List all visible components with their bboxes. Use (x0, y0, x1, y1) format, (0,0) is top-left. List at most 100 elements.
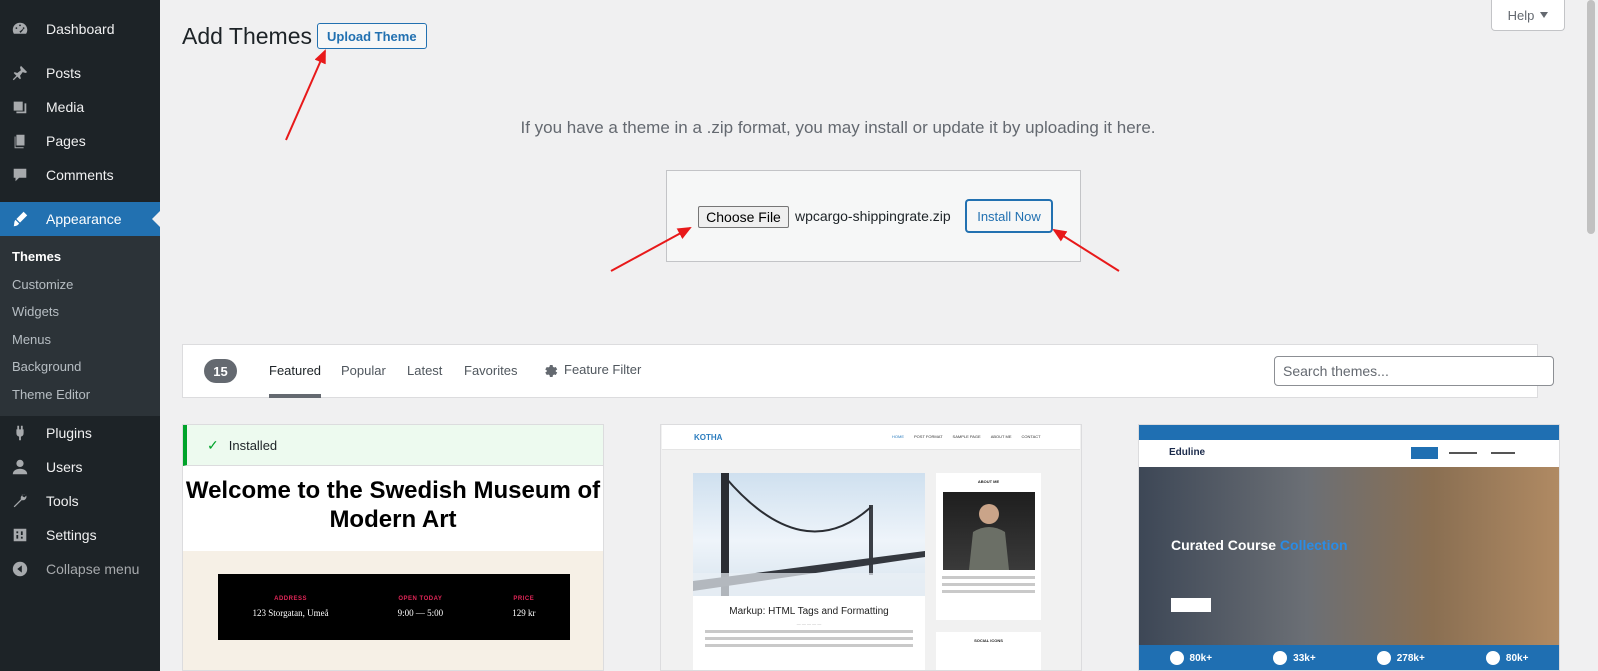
stat-item: 278k+ (1376, 651, 1425, 665)
plug-icon (10, 423, 30, 443)
kotha-social-widget: SOCIAL ICONS (936, 632, 1041, 670)
sidebar-item-pages[interactable]: Pages (0, 124, 160, 158)
sidebar-item-dashboard[interactable]: Dashboard (0, 12, 160, 46)
sidebar-item-posts[interactable]: Posts (0, 56, 160, 90)
user-icon (10, 457, 30, 477)
eduline-hero-cta (1171, 598, 1211, 612)
sidebar-item-appearance[interactable]: Appearance (0, 202, 160, 236)
info-value: 129 kr (512, 608, 536, 618)
sidebar-item-label: Tools (46, 493, 79, 509)
tab-active-indicator (269, 394, 321, 398)
collapse-menu-button[interactable]: Collapse menu (0, 552, 160, 586)
kotha-post-meta: — — — — — (796, 621, 822, 626)
sidebar-item-label: Settings (46, 527, 97, 543)
submenu-customize[interactable]: Customize (0, 271, 160, 299)
search-themes-input[interactable] (1274, 356, 1554, 386)
about-photo (942, 492, 1035, 570)
theme-preview-body: ADDRESS 123 Storgatan, Umeå OPEN TODAY 9… (183, 551, 603, 670)
submenu-theme-editor[interactable]: Theme Editor (0, 381, 160, 409)
feature-filter-label: Feature Filter (564, 362, 642, 377)
theme-preview-heading: Welcome to the Swedish Museum of Modern … (185, 477, 601, 533)
page-scrollbar[interactable] (1584, 0, 1598, 671)
sidebar-item-users[interactable]: Users (0, 450, 160, 484)
stat-value: 278k+ (1396, 652, 1425, 664)
kotha-logo: KOTHA (694, 433, 723, 442)
bridge-image (693, 473, 925, 596)
sidebar-item-settings[interactable]: Settings (0, 518, 160, 552)
help-tab-button[interactable]: Help (1491, 0, 1565, 31)
sidebar-item-media[interactable]: Media (0, 90, 160, 124)
collapse-label: Collapse menu (46, 561, 140, 577)
feature-filter-button[interactable]: Feature Filter (543, 362, 641, 377)
theme-card-kotha[interactable]: KOTHA HOME POST FORMAT SAMPLE PAGE ABOUT… (660, 424, 1082, 671)
tab-favorites[interactable]: Favorites (464, 363, 517, 378)
gear-icon (545, 365, 558, 377)
info-hours: OPEN TODAY 9:00 — 5:00 (398, 596, 444, 618)
social-label: SOCIAL ICONS (974, 638, 1003, 643)
tab-popular[interactable]: Popular (341, 363, 386, 378)
tab-latest[interactable]: Latest (407, 363, 442, 378)
upload-description: If you have a theme in a .zip format, yo… (520, 118, 1156, 137)
settings-icon (10, 525, 30, 545)
eduline-topbar (1139, 425, 1559, 440)
installed-notice: ✓ Installed (183, 425, 603, 466)
kotha-post: Markup: HTML Tags and Formatting — — — —… (693, 473, 925, 670)
info-label: OPEN TODAY (398, 596, 443, 602)
sidebar-item-comments[interactable]: Comments (0, 158, 160, 192)
sidebar-item-label: Dashboard (46, 21, 115, 37)
main-content: Add Themes Upload Theme Help If you have… (160, 0, 1598, 671)
theme-card-twenty-twenty-two[interactable]: ✓ Installed Welcome to the Swedish Museu… (182, 424, 604, 671)
stat-item: 80k+ (1485, 651, 1529, 665)
kotha-header: KOTHA HOME POST FORMAT SAMPLE PAGE ABOUT… (662, 425, 1080, 450)
text-line (705, 644, 913, 647)
theme-count-badge: 15 (204, 359, 237, 383)
info-address: ADDRESS 123 Storgatan, Umeå (253, 596, 329, 618)
kotha-nav-item: ABOUT ME (990, 434, 1012, 439)
eduline-hero: Curated Course Collection (1139, 467, 1559, 645)
stat-icon (1169, 651, 1184, 665)
bridge-illustration (693, 473, 925, 596)
kotha-nav-item: HOME (892, 434, 904, 439)
info-value: 123 Storgatan, Umeå (252, 608, 329, 618)
eduline-nav-item (1491, 452, 1515, 454)
submenu-background[interactable]: Background (0, 353, 160, 381)
comment-icon (10, 165, 30, 185)
submenu-themes[interactable]: Themes (0, 243, 160, 271)
kotha-nav-item: POST FORMAT (914, 434, 943, 439)
theme-card-eduline[interactable]: Eduline Curated Course Collection 80k+ 3… (1138, 424, 1560, 671)
text-line (942, 576, 1035, 579)
pin-icon (10, 63, 30, 83)
text-line (942, 583, 1035, 586)
text-line (942, 590, 1035, 593)
kotha-nav: HOME POST FORMAT SAMPLE PAGE ABOUT ME CO… (892, 434, 1041, 439)
installed-label: Installed (228, 437, 278, 453)
upload-form: Choose File wpcargo-shippingrate.zip Ins… (666, 170, 1081, 262)
upload-theme-button[interactable]: Upload Theme (317, 23, 427, 49)
stat-value: 33k+ (1293, 652, 1316, 664)
caret-down-icon (1540, 12, 1549, 18)
install-now-button[interactable]: Install Now (966, 200, 1052, 232)
eduline-hero-title: Curated Course Collection (1171, 537, 1348, 553)
submenu-widgets[interactable]: Widgets (0, 298, 160, 326)
choose-file-button[interactable]: Choose File (698, 206, 789, 228)
person-photo-icon (968, 504, 1009, 570)
paintbrush-icon (10, 209, 30, 229)
scrollbar-thumb[interactable] (1587, 0, 1595, 234)
stat-item: 80k+ (1169, 651, 1212, 665)
hero-title-main: Curated Course (1171, 537, 1277, 553)
checkmark-icon: ✓ (207, 436, 219, 453)
tab-featured[interactable]: Featured (269, 363, 321, 378)
submenu-menus[interactable]: Menus (0, 326, 160, 354)
wrench-icon (10, 491, 30, 511)
kotha-about-widget: ABOUT ME (936, 473, 1041, 620)
help-label: Help (1507, 7, 1535, 23)
sidebar-item-plugins[interactable]: Plugins (0, 416, 160, 450)
kotha-nav-item: CONTACT (1021, 434, 1041, 439)
sidebar-item-tools[interactable]: Tools (0, 484, 160, 518)
hero-title-accent: Collection (1279, 537, 1348, 553)
sidebar-item-label: Media (46, 99, 85, 115)
sidebar-item-label: Users (46, 459, 83, 475)
sidebar-item-label: Plugins (46, 425, 92, 441)
stat-icon (1485, 651, 1500, 665)
stat-value: 80k+ (1505, 652, 1529, 664)
